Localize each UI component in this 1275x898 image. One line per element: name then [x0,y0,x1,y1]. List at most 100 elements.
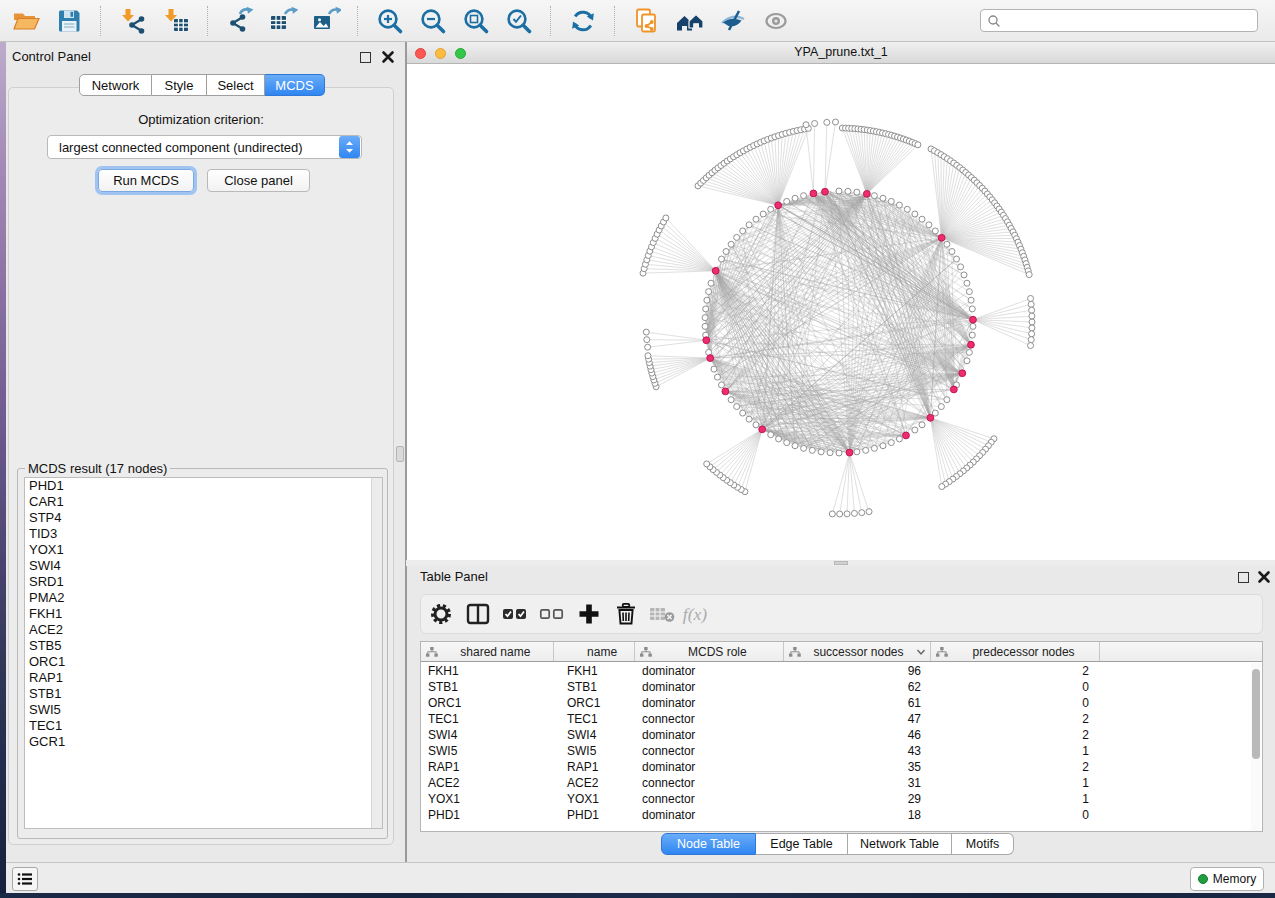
scrollbar-thumb[interactable] [1252,669,1260,759]
tab-select[interactable]: Select [207,74,265,96]
tab-motifs[interactable]: Motifs [952,833,1014,855]
list-item[interactable]: CAR1 [25,494,382,510]
cell-4: 0 [932,807,1102,823]
list-icon [17,872,33,886]
new-network-from-selection-button[interactable] [625,3,668,39]
table-row[interactable]: YOX1YOX1connector291 [421,791,1262,807]
float-table-panel-icon[interactable] [1238,572,1249,583]
table-row[interactable]: SWI4SWI4dominator462 [421,727,1262,743]
list-item[interactable]: GCR1 [25,734,382,750]
tab-edge-table[interactable]: Edge Table [756,833,848,855]
tab-mcds[interactable]: MCDS [265,74,325,96]
delete-columns-button[interactable] [607,599,644,629]
trash-icon [613,601,639,627]
list-item[interactable]: STP4 [25,510,382,526]
list-item[interactable]: FKH1 [25,606,382,622]
list-item[interactable]: RAP1 [25,670,382,686]
list-item[interactable]: STB5 [25,638,382,654]
export-table-button[interactable] [261,3,304,39]
export-image-button[interactable] [304,3,347,39]
list-item[interactable]: SWI5 [25,702,382,718]
vertical-splitter[interactable] [395,42,406,862]
list-item[interactable]: YOX1 [25,542,382,558]
table-row[interactable]: RAP1RAP1dominator352 [421,759,1262,775]
cell-1: SWI4 [554,727,635,743]
cell-4: 2 [932,663,1102,679]
list-item[interactable]: SRD1 [25,574,382,590]
list-item[interactable]: SWI4 [25,558,382,574]
table-header: shared namenameMCDS rolesuccessor nodesp… [421,642,1262,662]
network-view-titlebar[interactable]: YPA_prune.txt_1 [407,42,1275,64]
zoom-selected-button[interactable] [497,3,540,39]
close-table-panel-icon[interactable] [1257,570,1271,584]
network-canvas[interactable] [407,64,1275,560]
criterion-select[interactable]: largest connected component (undirected) [47,135,362,159]
delete-table-button [644,599,681,629]
tab-network[interactable]: Network [79,74,152,96]
table-row[interactable]: FKH1FKH1dominator962 [421,663,1262,679]
tab-node-table[interactable]: Node Table [661,833,756,855]
import-table-button[interactable] [154,3,197,39]
cell-0: ACE2 [421,775,554,791]
list-item[interactable]: PMA2 [25,590,382,606]
right-pane: YPA_prune.txt_1 Table Panel f(x) shared … [406,42,1275,862]
memory-button[interactable]: Memory [1190,867,1264,891]
task-history-button[interactable] [12,867,38,891]
float-panel-icon[interactable] [360,52,371,63]
open-file-button[interactable] [4,3,47,39]
select-first-neighbors-button[interactable] [668,3,711,39]
list-item[interactable]: ORC1 [25,654,382,670]
table-row[interactable]: STB1STB1dominator620 [421,679,1262,695]
show-all-button[interactable] [754,3,797,39]
close-x-icon [381,50,395,64]
hide-selection-button[interactable] [711,3,754,39]
list-item[interactable]: TID3 [25,526,382,542]
zoom-out-button[interactable] [411,3,454,39]
table-row[interactable]: TEC1TEC1connector472 [421,711,1262,727]
list-item[interactable]: TEC1 [25,718,382,734]
import-network-button[interactable] [111,3,154,39]
data-type-icon [640,647,652,657]
mcds-tab-content: Optimization criterion: largest connecte… [8,87,394,845]
table-row[interactable]: ORC1ORC1dominator610 [421,695,1262,711]
column-header-MCDS-role[interactable]: MCDS role [635,642,785,661]
cell-3: 43 [785,743,932,759]
close-panel-button[interactable]: Close panel [207,169,310,192]
table-row[interactable]: SWI5SWI5connector431 [421,743,1262,759]
list-item[interactable]: PHD1 [25,478,382,494]
run-mcds-button[interactable]: Run MCDS [98,169,194,192]
column-header-successor-nodes[interactable]: successor nodes [784,642,931,661]
cell-2: connector [635,711,785,727]
export-network-button[interactable] [218,3,261,39]
table-settings-button[interactable] [422,599,459,629]
create-column-button[interactable] [570,599,607,629]
cell-3: 47 [785,711,932,727]
unselect-all-columns-button[interactable] [533,599,570,629]
zoom-in-button[interactable] [368,3,411,39]
tab-style[interactable]: Style [152,74,207,96]
mcds-result-list[interactable]: PHD1CAR1STP4TID3YOX1SWI4SRD1PMA2FKH1ACE2… [24,477,383,829]
select-all-columns-button[interactable] [496,599,533,629]
column-header-shared-name[interactable]: shared name [421,642,554,661]
show-columns-button[interactable] [459,599,496,629]
list-scrollbar[interactable] [371,478,382,828]
refresh-icon [568,6,598,36]
zoom-fit-button[interactable] [454,3,497,39]
list-item[interactable]: STB1 [25,686,382,702]
close-panel-icon[interactable] [381,50,395,64]
search-input[interactable] [1001,13,1257,29]
refresh-view-button[interactable] [561,3,604,39]
hide-selection-icon [718,6,748,36]
table-row[interactable]: ACE2ACE2connector311 [421,775,1262,791]
save-session-button[interactable] [47,3,90,39]
cell-2: connector [635,743,785,759]
network-view-title: YPA_prune.txt_1 [407,45,1275,59]
tab-network-table[interactable]: Network Table [848,833,952,855]
list-item[interactable]: ACE2 [25,622,382,638]
table-scrollbar[interactable] [1251,663,1261,831]
cell-1: SWI5 [554,743,635,759]
table-row[interactable]: PHD1PHD1dominator180 [421,807,1262,823]
column-header-name[interactable]: name [554,642,635,661]
search-box[interactable] [980,9,1258,32]
column-header-predecessor-nodes[interactable]: predecessor nodes [931,642,1101,661]
